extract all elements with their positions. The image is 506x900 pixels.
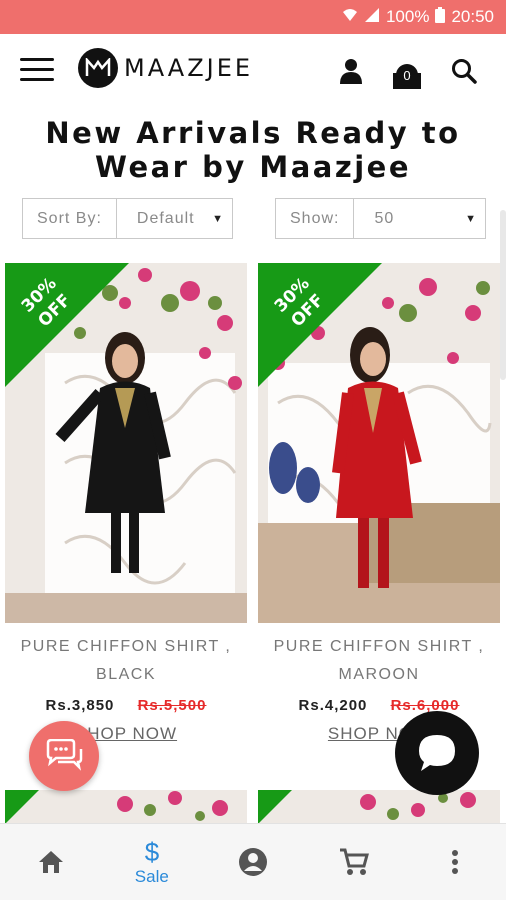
sort-value: Default bbox=[136, 209, 195, 227]
show-label: Show: bbox=[276, 199, 355, 238]
chat-bubbles-button[interactable] bbox=[29, 721, 99, 791]
cart-count-badge: 0 bbox=[396, 64, 418, 86]
dropdown-caret-icon: ▼ bbox=[465, 212, 477, 225]
product-name[interactable]: PURE CHIFFON SHIRT , BLACK bbox=[5, 633, 247, 689]
product-image[interactable]: 30% OFF bbox=[5, 263, 247, 623]
product-name-line2: MAROON bbox=[338, 666, 420, 683]
status-bar: 100% 20:50 bbox=[0, 0, 506, 34]
live-chat-button[interactable] bbox=[395, 711, 479, 795]
sale-price: Rs.3,850 bbox=[45, 697, 115, 714]
sort-dropdown[interactable]: Sort By: Default ▼ bbox=[22, 198, 233, 239]
battery-percentage: 100% bbox=[385, 7, 430, 26]
sale-icon: $ bbox=[145, 837, 160, 865]
chat-bubbles-icon bbox=[46, 739, 83, 771]
brand-logo[interactable]: MAAZJEE bbox=[78, 48, 253, 88]
battery-icon bbox=[435, 6, 446, 28]
brand-name: MAAZJEE bbox=[124, 54, 254, 82]
sale-price: Rs.4,200 bbox=[298, 697, 368, 714]
nav-account[interactable] bbox=[202, 824, 303, 900]
product-card[interactable]: 30% OFF PURE CHIFFON SHIRT , MAROON Rs.4… bbox=[258, 263, 500, 744]
product-name-line1: PURE CHIFFON SHIRT , bbox=[20, 638, 232, 655]
nav-cart[interactable] bbox=[304, 824, 405, 900]
cart-icon bbox=[340, 848, 370, 875]
wifi-icon bbox=[342, 7, 358, 27]
original-price: Rs.5,500 bbox=[137, 697, 207, 714]
signal-icon bbox=[364, 7, 380, 27]
nav-sale[interactable]: $ Sale bbox=[101, 824, 202, 900]
show-value: 50 bbox=[374, 209, 395, 227]
page-title: New Arrivals Ready to Wear by Maazjee bbox=[0, 116, 506, 184]
product-name-line1: PURE CHIFFON SHIRT , bbox=[273, 638, 485, 655]
product-card-partial[interactable] bbox=[258, 790, 500, 824]
bottom-navigation: $ Sale bbox=[0, 823, 506, 900]
logo-mark-icon bbox=[78, 48, 118, 88]
clock: 20:50 bbox=[451, 7, 494, 26]
menu-icon[interactable] bbox=[20, 58, 54, 82]
nav-more[interactable] bbox=[405, 824, 506, 900]
show-dropdown[interactable]: Show: 50 ▼ bbox=[275, 198, 486, 239]
scrollbar[interactable] bbox=[500, 210, 506, 380]
page-title-line1: New Arrivals Ready to bbox=[45, 116, 461, 150]
svg-text:$: $ bbox=[145, 837, 160, 865]
speech-bubble-icon bbox=[419, 735, 455, 771]
user-icon[interactable] bbox=[336, 56, 366, 86]
product-prices: Rs.3,850 Rs.5,500 bbox=[5, 697, 247, 714]
sort-label: Sort By: bbox=[23, 199, 117, 238]
product-name-line2: BLACK bbox=[96, 666, 156, 683]
page-title-line2: Wear by Maazjee bbox=[94, 150, 411, 184]
product-image[interactable]: 30% OFF bbox=[258, 263, 500, 623]
dropdown-caret-icon: ▼ bbox=[212, 212, 224, 225]
product-name[interactable]: PURE CHIFFON SHIRT , MAROON bbox=[258, 633, 500, 689]
search-icon[interactable] bbox=[449, 56, 479, 86]
nav-home[interactable] bbox=[0, 824, 101, 900]
account-icon bbox=[239, 848, 267, 876]
product-card-partial[interactable] bbox=[5, 790, 247, 824]
product-card[interactable]: 30% OFF PURE CHIFFON SHIRT , BLACK Rs.3,… bbox=[5, 263, 247, 744]
home-icon bbox=[38, 851, 63, 873]
app-header: MAAZJEE 0 bbox=[0, 34, 506, 110]
product-prices: Rs.4,200 Rs.6,000 bbox=[258, 697, 500, 714]
original-price: Rs.6,000 bbox=[390, 697, 460, 714]
more-icon bbox=[452, 850, 459, 874]
nav-sale-label: Sale bbox=[134, 867, 169, 886]
